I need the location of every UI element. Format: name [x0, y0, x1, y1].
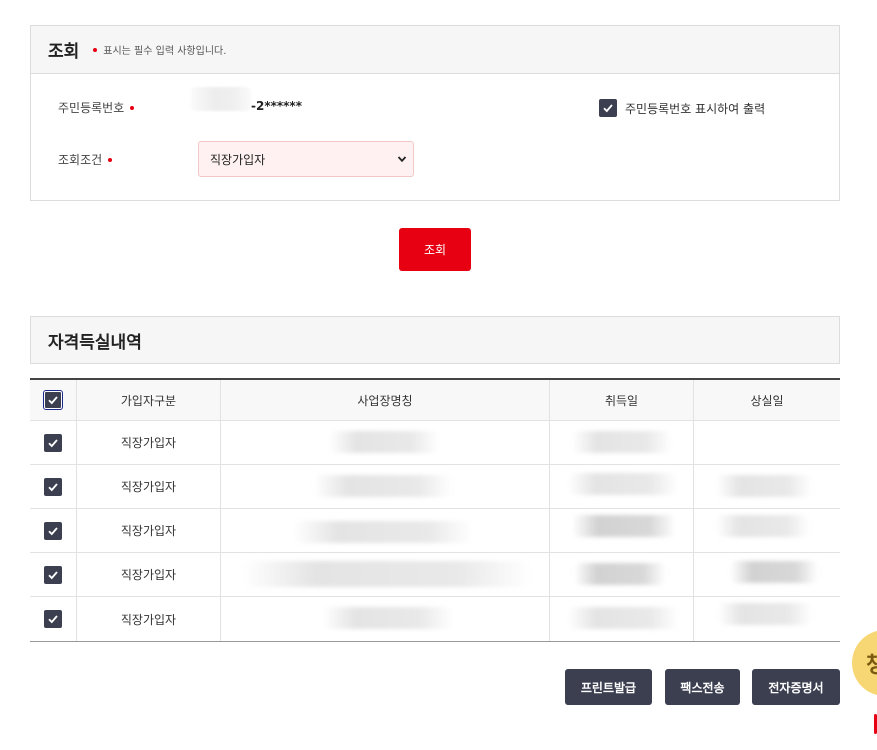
condition-label-text: 조회조건 — [58, 153, 103, 167]
check-icon — [48, 396, 58, 405]
search-button[interactable]: 조회 — [399, 228, 471, 271]
required-dot-icon — [93, 47, 98, 52]
row-lost-redacted — [694, 465, 840, 508]
row-checkbox[interactable] — [44, 433, 62, 452]
ssn-label: 주민등록번호 — [58, 99, 135, 116]
row-acquired-redacted — [550, 553, 694, 596]
row-lost-redacted — [694, 553, 840, 596]
row-workplace-redacted — [221, 509, 550, 552]
row-checkbox[interactable] — [44, 521, 62, 540]
ssn-front-redacted — [191, 87, 251, 111]
check-icon — [48, 615, 58, 624]
required-note-text: 표시는 필수 입력 사항입니다. — [103, 46, 227, 57]
row-type: 직장가입자 — [77, 509, 221, 552]
check-icon — [48, 438, 58, 447]
table-row: 직장가입자 — [30, 553, 840, 597]
history-table: 가입자구분 사업장명칭 취득일 상실일 직장가입자 직장가입자 직장가입자 직장… — [30, 378, 840, 642]
search-panel: 조회 표시는 필수 입력 사항입니다. 주민등록번호 -2****** 주민등록… — [30, 25, 840, 201]
row-acquired-redacted — [550, 509, 694, 552]
row-lost-redacted — [694, 597, 840, 641]
column-header-workplace: 사업장명칭 — [221, 380, 550, 420]
required-dot-icon — [130, 105, 135, 110]
history-header: 자격득실내역 — [30, 316, 840, 364]
check-icon — [48, 526, 58, 535]
row-acquired-redacted — [550, 465, 694, 508]
required-note: 표시는 필수 입력 사항입니다. — [93, 42, 226, 57]
floating-badge-text: 챙 — [866, 653, 877, 678]
search-panel-header: 조회 표시는 필수 입력 사항입니다. — [31, 26, 839, 74]
row-acquired-redacted — [550, 597, 694, 641]
row-workplace-redacted — [221, 421, 550, 464]
ssn-label-text: 주민등록번호 — [58, 101, 125, 115]
row-type: 직장가입자 — [77, 465, 221, 508]
row-workplace-redacted — [221, 465, 550, 508]
floating-help-badge[interactable]: 챙 — [852, 630, 877, 696]
column-header-acquired: 취득일 — [550, 380, 694, 420]
table-row: 직장가입자 — [30, 421, 840, 465]
required-dot-icon — [108, 157, 113, 162]
row-type: 직장가입자 — [77, 553, 221, 596]
row-checkbox[interactable] — [44, 610, 62, 628]
select-all-cell — [30, 380, 77, 420]
check-icon — [48, 570, 58, 579]
condition-label: 조회조건 — [58, 151, 113, 168]
fax-send-button[interactable]: 팩스전송 — [665, 669, 740, 705]
row-lost-redacted — [694, 509, 840, 552]
table-header-row: 가입자구분 사업장명칭 취득일 상실일 — [30, 380, 840, 421]
print-ssn-label: 주민등록번호 표시하여 출력 — [625, 101, 766, 116]
table-row: 직장가입자 — [30, 509, 840, 553]
chevron-down-icon — [397, 156, 407, 163]
row-checkbox[interactable] — [44, 477, 62, 496]
print-ssn-option[interactable]: 주민등록번호 표시하여 출력 — [599, 99, 765, 117]
history-title: 자격득실내역 — [48, 332, 142, 353]
row-workplace-redacted — [221, 553, 550, 596]
condition-selected-value: 직장가입자 — [210, 152, 266, 167]
column-header-type: 가입자구분 — [77, 380, 221, 420]
table-row: 직장가입자 — [30, 465, 840, 509]
row-acquired-redacted — [550, 421, 694, 464]
row-type: 직장가입자 — [77, 421, 221, 464]
check-icon — [48, 482, 58, 491]
column-header-lost: 상실일 — [750, 393, 784, 408]
print-issue-button[interactable]: 프린트발급 — [565, 669, 652, 705]
print-ssn-checkbox[interactable] — [599, 99, 617, 117]
e-certificate-button[interactable]: 전자증명서 — [752, 669, 840, 705]
select-all-checkbox[interactable] — [43, 390, 63, 410]
row-workplace-redacted — [221, 597, 550, 641]
search-panel-title: 조회 — [48, 42, 80, 62]
check-icon — [603, 104, 613, 113]
row-lost-empty — [694, 421, 840, 464]
condition-select[interactable]: 직장가입자 — [198, 141, 414, 177]
row-checkbox[interactable] — [44, 565, 62, 584]
table-row: 직장가입자 — [30, 597, 840, 641]
row-type: 직장가입자 — [77, 597, 221, 641]
ssn-masked-value: -2****** — [251, 99, 302, 113]
